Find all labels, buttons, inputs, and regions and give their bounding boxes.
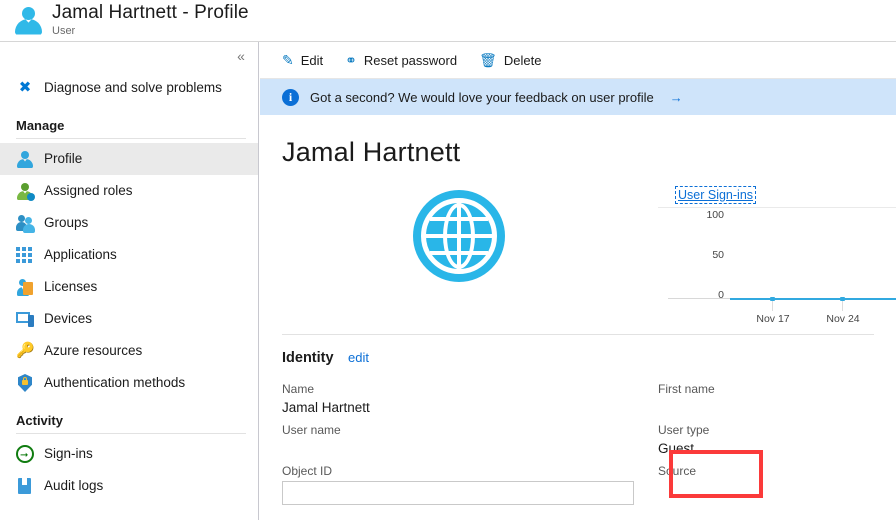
key-icon: ⚭ [345,53,357,67]
sidebar-item-label: Assigned roles [44,184,133,198]
sidebar-item-label: Devices [44,312,92,326]
wrench-screwdriver-icon: ✖ [16,79,34,97]
sidebar-item-label: Diagnose and solve problems [44,81,222,95]
field-label: Object ID [282,463,658,480]
field-first-name: First name [658,381,874,417]
field-value [282,439,658,458]
identity-section: Identity edit Name Jamal Hartnett User n… [260,335,896,510]
sidebar-item-label: Sign-ins [44,447,93,461]
command-toolbar: ✎ Edit ⚭ Reset password 🗑 Delete [260,42,896,79]
sidebar-item-label: Applications [44,248,117,262]
chart-xtick: Nov 24 [826,313,859,325]
devices-icon [16,310,34,328]
field-user-type: User type Guest [658,422,874,458]
sidebar-section-manage: Manage [0,118,258,138]
field-label: Source [658,463,874,480]
info-icon: i [282,89,299,106]
sidebar-item-label: Azure resources [44,344,142,358]
sidebar-item-groups[interactable]: Groups [0,207,258,239]
person-icon [14,5,44,37]
sidebar-item-applications[interactable]: Applications [0,239,258,271]
sidebar-item-label: Licenses [44,280,97,294]
license-card-icon [16,278,34,296]
identity-fields: Name Jamal Hartnett User name Object ID … [282,381,874,510]
field-label: User type [658,422,874,439]
field-label: First name [658,381,874,398]
delete-button-label: Delete [504,53,542,68]
sidebar-section-activity: Activity [0,413,258,433]
sidebar-item-devices[interactable]: Devices [0,303,258,335]
reset-password-button[interactable]: ⚭ Reset password [345,53,457,68]
reset-password-button-label: Reset password [364,53,457,68]
field-name: Name Jamal Hartnett [282,381,658,417]
sidebar-item-profile[interactable]: Profile [0,143,258,175]
field-value [658,398,874,417]
sidebar-item-diagnose[interactable]: ✖ Diagnose and solve problems [0,72,258,104]
field-value: Guest [658,439,874,458]
sidebar-item-sign-ins[interactable]: ➞ Sign-ins [0,438,258,470]
sidebar-item-azure-resources[interactable]: 🔑 Azure resources [0,335,258,367]
object-id-readonly-input[interactable] [282,481,634,505]
page-subtitle: User [52,26,249,38]
sidebar-item-label: Authentication methods [44,376,185,390]
user-display-name: Jamal Hartnett [260,115,896,168]
page-title: Jamal Hartnett - Profile [52,3,249,23]
chart-data-point [770,297,775,301]
identity-right-column: First name User type Guest Source [658,381,874,510]
pencil-icon: ✎ [282,53,294,67]
chart-data-point [840,297,845,301]
sidebar: « ✖ Diagnose and solve problems Manage P… [0,42,259,520]
globe-icon [413,190,505,282]
sidebar-item-label: Profile [44,152,82,166]
title-bar: Jamal Hartnett - Profile User [0,0,896,42]
field-object-id: Object ID [282,463,658,505]
field-user-name: User name [282,422,658,458]
chevron-double-left-icon[interactable]: « [230,46,252,66]
identity-edit-link[interactable]: edit [348,350,369,365]
field-value [658,480,874,499]
sidebar-item-label: Audit logs [44,479,103,493]
identity-heading: Identity [282,350,334,366]
trash-icon: 🗑 [479,53,497,67]
divider [16,138,246,139]
person-badge-icon [16,182,34,200]
people-icon [16,214,34,232]
identity-left-column: Name Jamal Hartnett User name Object ID [282,381,658,510]
chart-xtick: Nov 17 [756,313,789,325]
edit-button-label: Edit [301,53,323,68]
chart-series-line [730,298,896,300]
delete-button[interactable]: 🗑 Delete [479,53,541,68]
feedback-banner-arrow-link[interactable]: → [670,90,683,105]
sidebar-item-authentication-methods[interactable]: Authentication methods [0,367,258,399]
field-source: Source [658,463,874,499]
chart-ytick: 50 [684,249,724,261]
chart-plot-area: 100 50 0 Nov 17 Nov 24 [658,207,896,325]
chart-title-link[interactable]: User Sign-ins [676,187,755,203]
field-value: Jamal Hartnett [282,398,658,417]
feedback-banner: i Got a second? We would love your feedb… [260,79,896,115]
field-label: Name [282,381,658,398]
content-area: ✎ Edit ⚭ Reset password 🗑 Delete i Got a… [260,42,896,520]
shield-lock-icon [16,374,34,392]
field-label: User name [282,422,658,439]
grid-apps-icon [16,246,34,264]
divider [16,433,246,434]
sidebar-item-audit-logs[interactable]: Audit logs [0,470,258,502]
sign-in-arrow-icon: ➞ [16,445,34,463]
feedback-banner-text: Got a second? We would love your feedbac… [310,90,654,105]
sidebar-item-label: Groups [44,216,88,230]
chart-ytick: 100 [684,209,724,221]
person-icon [16,150,34,168]
sidebar-item-assigned-roles[interactable]: Assigned roles [0,175,258,207]
edit-button[interactable]: ✎ Edit [282,53,323,68]
avatar [260,186,658,320]
key-icon: 🔑 [16,342,34,360]
sidebar-item-licenses[interactable]: Licenses [0,271,258,303]
hero-row: User Sign-ins 100 50 0 Nov 17 Nov 24 [260,168,896,320]
book-icon [16,477,34,495]
chart-ytick: 0 [684,289,724,301]
user-signins-chart: User Sign-ins 100 50 0 Nov 17 Nov 24 [658,186,896,320]
